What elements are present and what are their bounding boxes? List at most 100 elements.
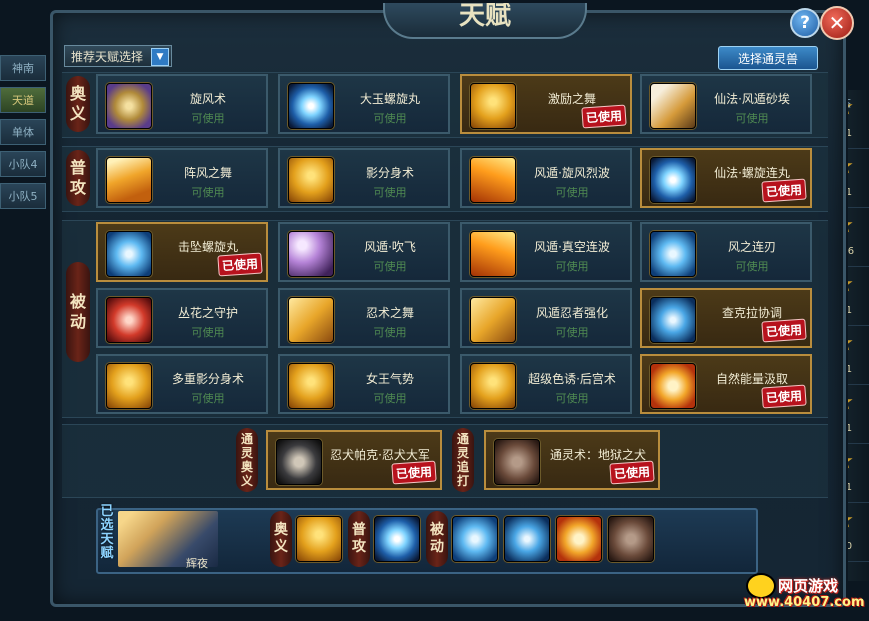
skill-status: 可使用 [735,260,769,273]
sage-rasengan-icon [650,157,696,203]
question-icon: ? [800,13,810,33]
wind-kanji-icon [470,297,516,343]
help-button[interactable]: ? [790,8,820,38]
skill-card-falling-rasengan[interactable]: 击坠螺旋丸 已使用 [96,222,268,282]
skill-card-wind-wave[interactable]: 风遁·旋风烈波 可使用 [460,148,632,208]
close-button[interactable]: ✕ [820,6,854,40]
skill-card-fan[interactable]: 风遁·吹飞 可使用 [278,222,450,282]
skill-status: 可使用 [373,326,407,339]
selected-futsuu-label: 普攻 [348,511,370,567]
character-name: 辉夜 [186,557,208,570]
bg-tab: 小队5 [0,183,46,209]
wind-blade-icon [650,231,696,277]
skill-card-hell-hound[interactable]: 通灵术：地狱之犬 已使用 [484,430,660,490]
skill-status: 可使用 [555,186,589,199]
skill-card-vacuum-wave[interactable]: 风遁·真空连波 可使用 [460,222,632,282]
skill-card-multi-clone[interactable]: 多重影分身术 可使用 [96,354,268,414]
skill-card-queen[interactable]: 女王气势 可使用 [278,354,450,414]
selected-chakra-fist-icon[interactable] [504,516,550,562]
skill-name: 风遁·旋风烈波 [534,166,610,180]
skill-status: 可使用 [373,112,407,125]
skill-card-wind-ninja[interactable]: 风遁忍者强化 可使用 [460,288,632,348]
gust-dance-icon [106,157,152,203]
skill-name: 激励之舞 [547,92,596,106]
selected-talents-label: 已选天赋 [100,504,114,561]
skill-card-chakra[interactable]: 查克拉协调 已使用 [640,288,812,348]
falling-rasengan-icon [106,231,152,277]
multi-clone-icon [106,363,152,409]
skill-card-ninja-dance[interactable]: 忍术之舞 可使用 [278,288,450,348]
skill-name: 忍犬帕克·忍犬大军 [330,448,430,462]
skill-name: 自然能量汲取 [715,372,788,386]
skill-name: 阵风之舞 [183,166,232,180]
sage-wind-icon [650,83,696,129]
selected-ougi-label: 奥义 [270,511,292,567]
skill-name: 仙法·螺旋连丸 [714,166,790,180]
chevron-down-icon[interactable]: ▼ [151,48,169,66]
harem-icon [470,363,516,409]
watermark-line1: 网页游戏 [778,577,839,595]
dance-icon [470,83,516,129]
skill-name: 大玉螺旋丸 [359,92,420,106]
skill-name: 仙法·风遁砂埃 [714,92,790,106]
skill-name: 风遁忍者强化 [535,306,608,320]
vacuum-wave-icon [470,231,516,277]
ninja-dog-icon [276,439,322,485]
skill-card-big-rasengan[interactable]: 大玉螺旋丸 可使用 [278,74,450,134]
skill-card-flower-guard[interactable]: 丛花之守护 可使用 [96,288,268,348]
skill-name: 查克拉协调 [721,306,782,320]
skill-card-gust-dance[interactable]: 阵风之舞 可使用 [96,148,268,208]
tornado-icon [106,83,152,129]
skill-name: 旋风术 [189,92,226,106]
skill-name: 风遁·吹飞 [364,240,416,254]
skill-status: 可使用 [373,392,407,405]
selected-falling-rasengan-icon[interactable] [452,516,498,562]
shadow-clone-icon [288,157,334,203]
rasengan-icon [288,83,334,129]
skill-card-wind-blade[interactable]: 风之连刃 可使用 [640,222,812,282]
recommend-talent-select[interactable]: 推荐天赋选择 ▼ [64,45,172,67]
selected-nature-clock-icon[interactable] [556,516,602,562]
skill-name: 女王气势 [365,372,414,386]
skill-status: 可使用 [191,112,225,125]
summon-ougi-label: 通灵奥义 [236,428,258,492]
skill-card-ninja-dog[interactable]: 忍犬帕克·忍犬大军 已使用 [266,430,442,490]
used-stamp: 已使用 [761,384,807,409]
selected-dance-icon[interactable] [296,516,342,562]
selected-passive-label: 被动 [426,511,448,567]
select-summon-button[interactable]: 选择通灵兽 [718,46,818,70]
background-team-tabs: 神南 天道 单体 小队4 小队5 [0,55,50,215]
skill-card-dance[interactable]: 激励之舞 已使用 [460,74,632,134]
skill-card-harem[interactable]: 超级色诱·后宫术 可使用 [460,354,632,414]
skill-status: 可使用 [191,186,225,199]
selected-sage-rasengan-icon[interactable] [374,516,420,562]
bg-tab: 神南 [0,55,46,81]
used-stamp: 已使用 [217,252,263,277]
used-stamp: 已使用 [391,460,437,485]
wind-wave-icon [470,157,516,203]
skill-status: 可使用 [191,392,225,405]
bg-tab: 单体 [0,119,46,145]
chakra-fist-icon [650,297,696,343]
skill-name: 多重影分身术 [171,372,244,386]
watermark-line2: www.40407.com [744,595,865,610]
skill-card-sage-rasengan[interactable]: 仙法·螺旋连丸 已使用 [640,148,812,208]
summon-row-bg [62,424,828,498]
skill-name: 丛花之守护 [177,306,238,320]
skill-card-nature-energy[interactable]: 自然能量汲取 已使用 [640,354,812,414]
skill-status: 可使用 [555,326,589,339]
skill-status: 可使用 [373,260,407,273]
close-icon: ✕ [828,11,846,35]
skill-card-shadow-clone[interactable]: 影分身术 可使用 [278,148,450,208]
queen-icon [288,363,334,409]
skill-name: 影分身术 [365,166,414,180]
skill-status: 可使用 [191,326,225,339]
skill-card-tornado[interactable]: 旋风术 可使用 [96,74,268,134]
selected-hell-hound-icon[interactable] [608,516,654,562]
skill-name: 通灵术：地狱之犬 [549,448,646,462]
skill-name: 忍术之舞 [365,306,414,320]
ougi-section-label: 奥义 [66,76,90,132]
skill-card-sage-wind[interactable]: 仙法·风遁砂埃 可使用 [640,74,812,134]
site-watermark: 网页游戏 www.40407.com [742,573,866,617]
used-stamp: 已使用 [761,178,807,203]
